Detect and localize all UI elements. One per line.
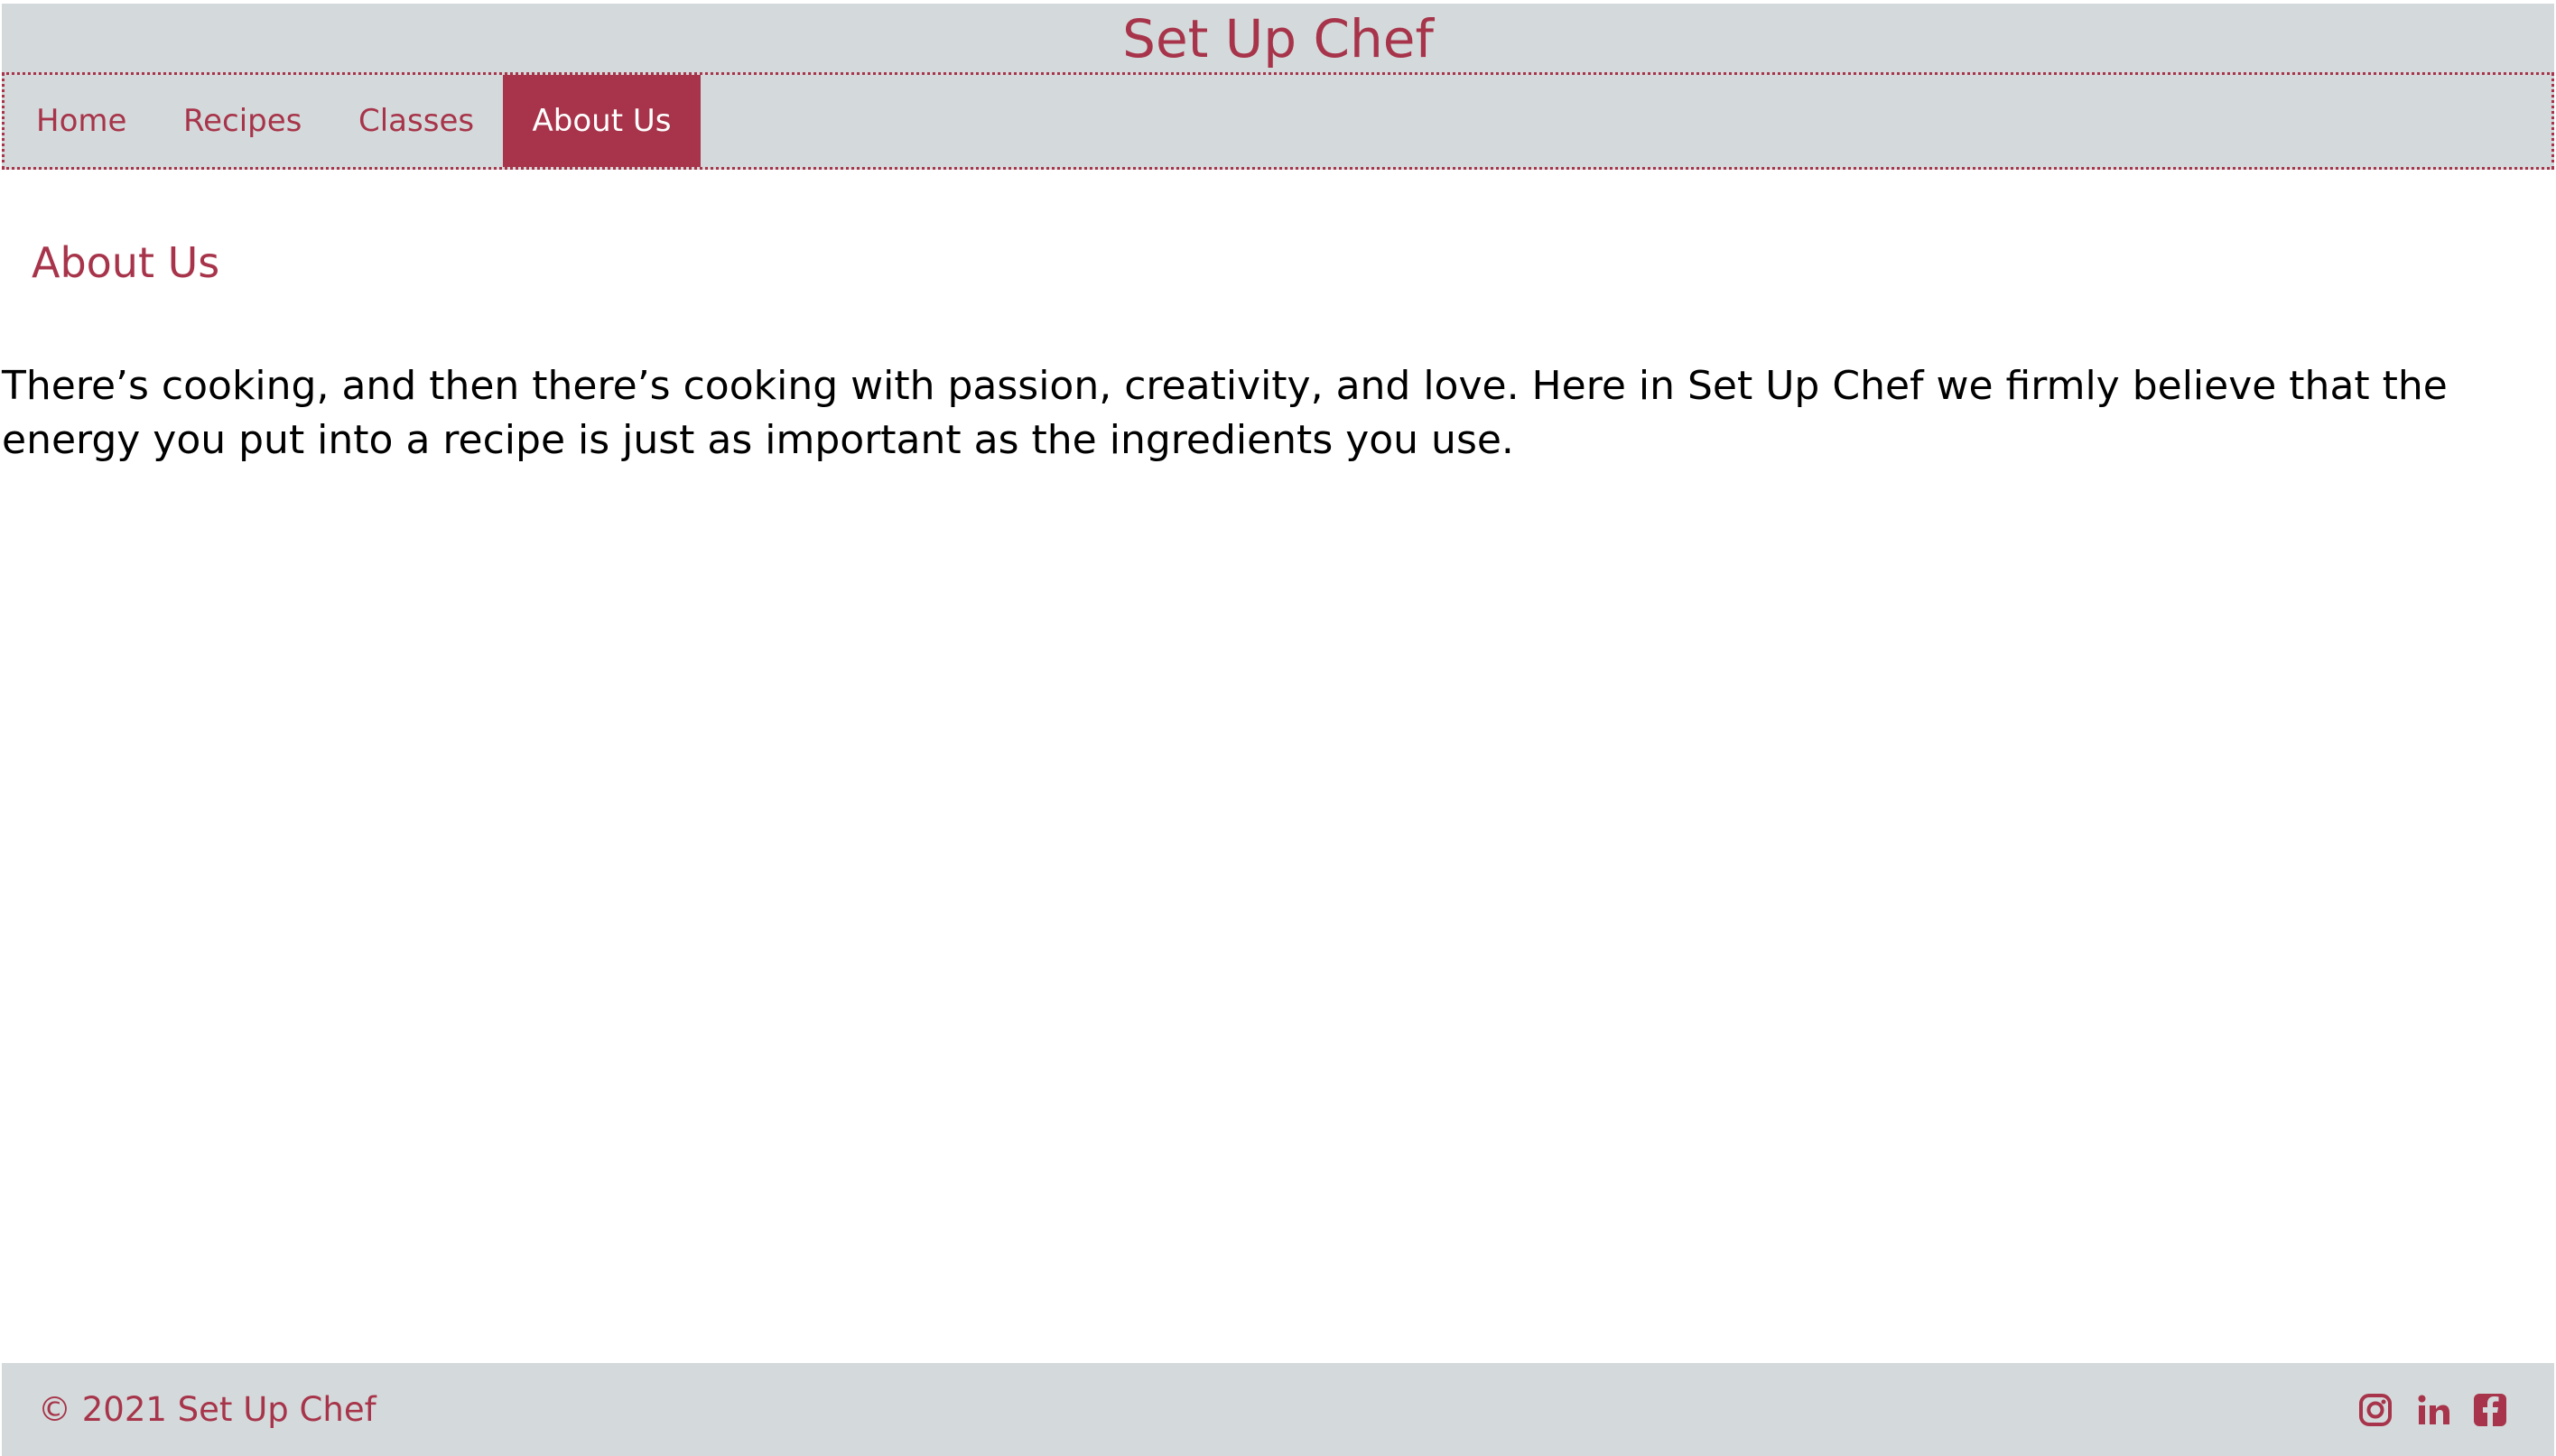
site-title: Set Up Chef xyxy=(1122,8,1434,70)
instagram-icon[interactable] xyxy=(2358,1392,2393,1428)
copyright-text: © 2021 Set Up Chef xyxy=(38,1390,376,1429)
facebook-icon[interactable] xyxy=(2473,1392,2507,1428)
page-title: About Us xyxy=(32,238,220,287)
site-footer: © 2021 Set Up Chef xyxy=(2,1363,2554,1456)
about-paragraph: There’s cooking, and then there’s cookin… xyxy=(2,363,2448,463)
linkedin-icon[interactable] xyxy=(2416,1392,2450,1428)
nav-item-recipes[interactable]: Recipes xyxy=(183,75,302,167)
main-nav: Home Recipes Classes About Us xyxy=(2,72,2554,170)
nav-item-about-us[interactable]: About Us xyxy=(503,75,701,167)
site-header: Set Up Chef xyxy=(2,4,2554,74)
nav-item-home[interactable]: Home xyxy=(36,75,126,167)
nav-item-classes[interactable]: Classes xyxy=(358,75,474,167)
